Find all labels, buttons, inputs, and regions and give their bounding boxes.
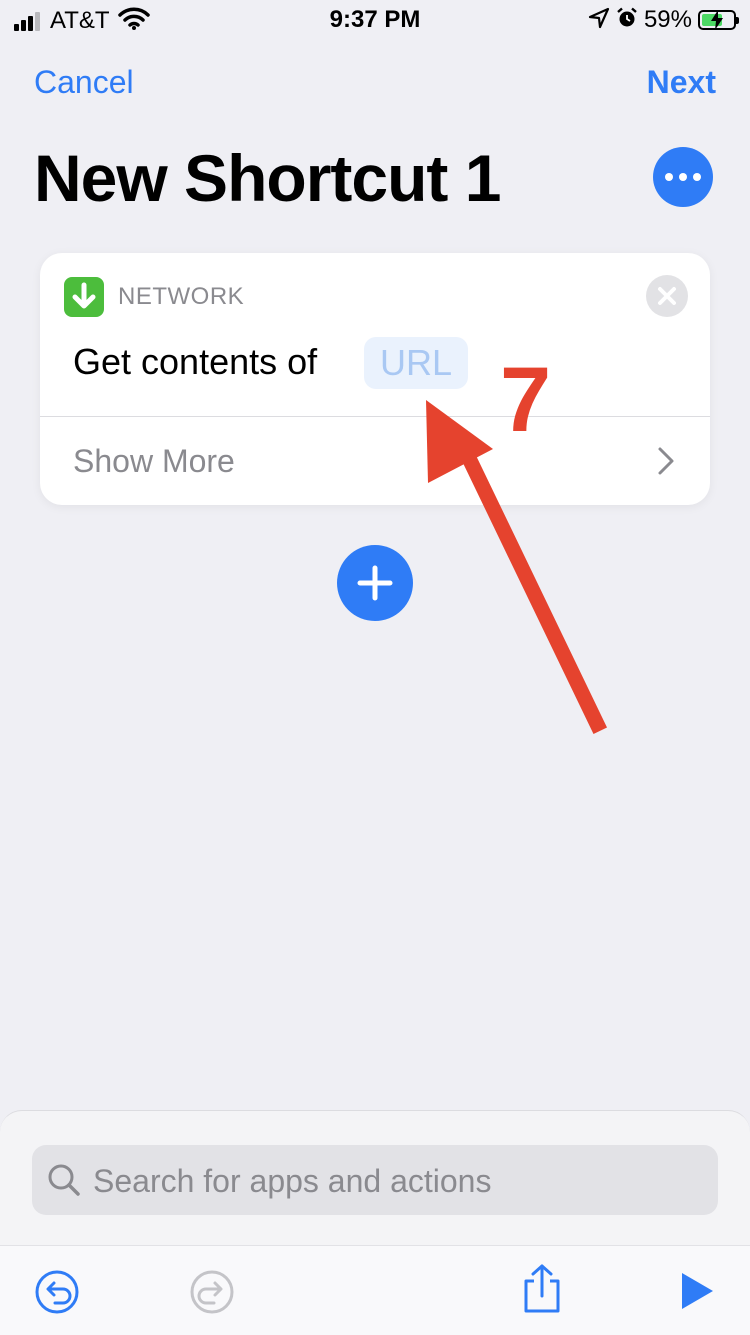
ellipsis-icon (662, 173, 704, 181)
action-card: NETWORK Get contents of URL Show More (40, 253, 710, 505)
search-placeholder: Search for apps and actions (93, 1163, 492, 1199)
close-icon (658, 287, 676, 305)
battery-charging-icon (698, 10, 739, 30)
page-title: New Shortcut 1 (34, 141, 501, 215)
share-icon[interactable] (520, 1263, 564, 1315)
more-options-button[interactable] (653, 147, 713, 207)
cancel-button[interactable]: Cancel (34, 64, 134, 101)
remove-action-button[interactable] (646, 275, 688, 317)
plus-icon (357, 565, 393, 601)
bottom-toolbar (0, 1245, 750, 1335)
next-button[interactable]: Next (647, 64, 716, 101)
search-input[interactable]: Search for apps and actions (32, 1145, 718, 1215)
chevron-right-icon (658, 447, 674, 475)
show-more-button[interactable]: Show More (73, 443, 235, 480)
divider (40, 416, 710, 417)
url-parameter-token[interactable]: URL (364, 337, 469, 389)
annotation-step-number: 7 (500, 349, 552, 451)
undo-icon[interactable] (34, 1269, 80, 1315)
redo-icon[interactable] (189, 1269, 235, 1315)
download-icon (64, 277, 104, 317)
status-bar: AT&T 9:37 PM 59% (0, 0, 750, 40)
battery-percentage: 59% (643, 6, 692, 33)
location-icon (588, 7, 610, 34)
add-action-button[interactable] (337, 545, 413, 621)
action-text: Get contents of (73, 341, 318, 382)
search-icon (48, 1164, 80, 1196)
alarm-icon (616, 7, 638, 34)
action-category: NETWORK (118, 283, 245, 310)
play-icon[interactable] (679, 1271, 715, 1311)
